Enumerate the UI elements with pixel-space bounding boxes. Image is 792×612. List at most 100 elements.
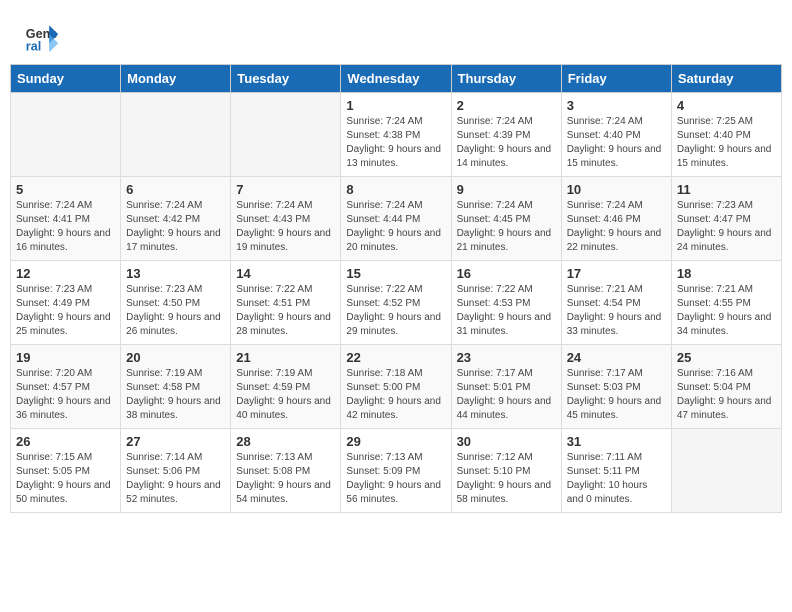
calendar-cell: 30 Sunrise: 7:12 AMSunset: 5:10 PMDayligh… [451, 429, 561, 513]
calendar-cell [671, 429, 781, 513]
day-number: 29 [346, 434, 445, 449]
day-number: 9 [457, 182, 556, 197]
calendar-cell: 14 Sunrise: 7:22 AMSunset: 4:51 PMDayligh… [231, 261, 341, 345]
calendar-cell: 19 Sunrise: 7:20 AMSunset: 4:57 PMDayligh… [11, 345, 121, 429]
day-number: 8 [346, 182, 445, 197]
calendar-cell: 17Sunrise: 7:21 AMSunset: 4:54 PMDayligh… [561, 261, 671, 345]
day-number: 28 [236, 434, 335, 449]
day-number: 3 [567, 98, 666, 113]
day-info: Sunrise: 7:19 AMSunset: 4:59 PMDaylight:… [236, 367, 335, 423]
day-number: 12 [16, 266, 115, 281]
weekday-header: Thursday [451, 65, 561, 93]
day-number: 4 [677, 98, 776, 113]
day-info: Sunrise: 7:24 AMSunset: 4:44 PMDaylight:… [346, 199, 445, 255]
calendar-cell: 8 Sunrise: 7:24 AMSunset: 4:44 PMDaylight… [341, 177, 451, 261]
day-number: 21 [236, 350, 335, 365]
calendar-cell [231, 93, 341, 177]
weekday-header: Saturday [671, 65, 781, 93]
day-number: 1 [346, 98, 445, 113]
day-number: 30 [457, 434, 556, 449]
calendar-wrap: SundayMondayTuesdayWednesdayThursdayFrid… [0, 64, 792, 523]
calendar-cell: 16Sunrise: 7:22 AMSunset: 4:53 PMDayligh… [451, 261, 561, 345]
day-info: Sunrise: 7:14 AMSunset: 5:06 PMDaylight:… [126, 451, 225, 507]
day-info: Sunrise: 7:16 AMSunset: 5:04 PMDaylight:… [677, 367, 776, 423]
day-info: Sunrise: 7:15 AMSunset: 5:05 PMDaylight:… [16, 451, 115, 507]
day-number: 10 [567, 182, 666, 197]
calendar-header: SundayMondayTuesdayWednesdayThursdayFrid… [11, 65, 782, 93]
page-header: Gene ral [0, 0, 792, 64]
day-number: 17 [567, 266, 666, 281]
day-info: Sunrise: 7:23 AMSunset: 4:50 PMDaylight:… [126, 283, 225, 339]
day-number: 24 [567, 350, 666, 365]
weekday-header: Wednesday [341, 65, 451, 93]
day-number: 25 [677, 350, 776, 365]
day-number: 14 [236, 266, 335, 281]
day-info: Sunrise: 7:13 AMSunset: 5:09 PMDaylight:… [346, 451, 445, 507]
day-info: Sunrise: 7:24 AMSunset: 4:45 PMDaylight:… [457, 199, 556, 255]
day-number: 15 [346, 266, 445, 281]
day-number: 27 [126, 434, 225, 449]
calendar-week-row: 1 Sunrise: 7:24 AMSunset: 4:38 PMDaylight… [11, 93, 782, 177]
day-info: Sunrise: 7:19 AMSunset: 4:58 PMDaylight:… [126, 367, 225, 423]
day-number: 13 [126, 266, 225, 281]
day-info: Sunrise: 7:13 AMSunset: 5:08 PMDaylight:… [236, 451, 335, 507]
day-info: Sunrise: 7:22 AMSunset: 4:51 PMDaylight:… [236, 283, 335, 339]
calendar-cell: 11 Sunrise: 7:23 AMSunset: 4:47 PMDayligh… [671, 177, 781, 261]
day-info: Sunrise: 7:24 AMSunset: 4:38 PMDaylight:… [346, 115, 445, 171]
day-number: 26 [16, 434, 115, 449]
day-number: 20 [126, 350, 225, 365]
calendar-cell: 21 Sunrise: 7:19 AMSunset: 4:59 PMDayligh… [231, 345, 341, 429]
calendar-cell: 7 Sunrise: 7:24 AMSunset: 4:43 PMDaylight… [231, 177, 341, 261]
calendar-table: SundayMondayTuesdayWednesdayThursdayFrid… [10, 64, 782, 513]
calendar-cell: 26 Sunrise: 7:15 AMSunset: 5:05 PMDayligh… [11, 429, 121, 513]
day-info: Sunrise: 7:17 AMSunset: 5:01 PMDaylight:… [457, 367, 556, 423]
calendar-cell: 23Sunrise: 7:17 AMSunset: 5:01 PMDayligh… [451, 345, 561, 429]
day-info: Sunrise: 7:24 AMSunset: 4:40 PMDaylight:… [567, 115, 666, 171]
logo-icon: Gene ral [24, 18, 60, 54]
day-number: 18 [677, 266, 776, 281]
calendar-week-row: 26 Sunrise: 7:15 AMSunset: 5:05 PMDayligh… [11, 429, 782, 513]
day-info: Sunrise: 7:12 AMSunset: 5:10 PMDaylight:… [457, 451, 556, 507]
day-info: Sunrise: 7:22 AMSunset: 4:53 PMDaylight:… [457, 283, 556, 339]
day-info: Sunrise: 7:24 AMSunset: 4:43 PMDaylight:… [236, 199, 335, 255]
calendar-cell [121, 93, 231, 177]
calendar-cell: 28 Sunrise: 7:13 AMSunset: 5:08 PMDayligh… [231, 429, 341, 513]
day-number: 6 [126, 182, 225, 197]
day-info: Sunrise: 7:21 AMSunset: 4:55 PMDaylight:… [677, 283, 776, 339]
day-info: Sunrise: 7:24 AMSunset: 4:46 PMDaylight:… [567, 199, 666, 255]
calendar-cell: 22 Sunrise: 7:18 AMSunset: 5:00 PMDayligh… [341, 345, 451, 429]
calendar-week-row: 12 Sunrise: 7:23 AMSunset: 4:49 PMDayligh… [11, 261, 782, 345]
day-info: Sunrise: 7:23 AMSunset: 4:47 PMDaylight:… [677, 199, 776, 255]
calendar-cell: 15 Sunrise: 7:22 AMSunset: 4:52 PMDayligh… [341, 261, 451, 345]
calendar-week-row: 19 Sunrise: 7:20 AMSunset: 4:57 PMDayligh… [11, 345, 782, 429]
calendar-cell: 20 Sunrise: 7:19 AMSunset: 4:58 PMDayligh… [121, 345, 231, 429]
day-number: 31 [567, 434, 666, 449]
calendar-cell: 24 Sunrise: 7:17 AMSunset: 5:03 PMDayligh… [561, 345, 671, 429]
day-info: Sunrise: 7:24 AMSunset: 4:41 PMDaylight:… [16, 199, 115, 255]
day-info: Sunrise: 7:17 AMSunset: 5:03 PMDaylight:… [567, 367, 666, 423]
calendar-cell: 13 Sunrise: 7:23 AMSunset: 4:50 PMDayligh… [121, 261, 231, 345]
day-number: 5 [16, 182, 115, 197]
weekday-header-row: SundayMondayTuesdayWednesdayThursdayFrid… [11, 65, 782, 93]
calendar-cell: 27 Sunrise: 7:14 AMSunset: 5:06 PMDayligh… [121, 429, 231, 513]
day-info: Sunrise: 7:22 AMSunset: 4:52 PMDaylight:… [346, 283, 445, 339]
weekday-header: Friday [561, 65, 671, 93]
day-info: Sunrise: 7:18 AMSunset: 5:00 PMDaylight:… [346, 367, 445, 423]
calendar-cell: 5 Sunrise: 7:24 AMSunset: 4:41 PMDaylight… [11, 177, 121, 261]
day-number: 22 [346, 350, 445, 365]
day-info: Sunrise: 7:11 AMSunset: 5:11 PMDaylight:… [567, 451, 666, 507]
day-number: 2 [457, 98, 556, 113]
svg-text:ral: ral [26, 39, 41, 53]
day-number: 19 [16, 350, 115, 365]
weekday-header: Monday [121, 65, 231, 93]
calendar-cell: 1 Sunrise: 7:24 AMSunset: 4:38 PMDaylight… [341, 93, 451, 177]
calendar-week-row: 5 Sunrise: 7:24 AMSunset: 4:41 PMDaylight… [11, 177, 782, 261]
day-info: Sunrise: 7:20 AMSunset: 4:57 PMDaylight:… [16, 367, 115, 423]
day-info: Sunrise: 7:23 AMSunset: 4:49 PMDaylight:… [16, 283, 115, 339]
calendar-body: 1 Sunrise: 7:24 AMSunset: 4:38 PMDaylight… [11, 93, 782, 513]
calendar-cell: 2Sunrise: 7:24 AMSunset: 4:39 PMDaylight… [451, 93, 561, 177]
day-number: 11 [677, 182, 776, 197]
day-number: 7 [236, 182, 335, 197]
calendar-cell: 3 Sunrise: 7:24 AMSunset: 4:40 PMDaylight… [561, 93, 671, 177]
day-info: Sunrise: 7:25 AMSunset: 4:40 PMDaylight:… [677, 115, 776, 171]
